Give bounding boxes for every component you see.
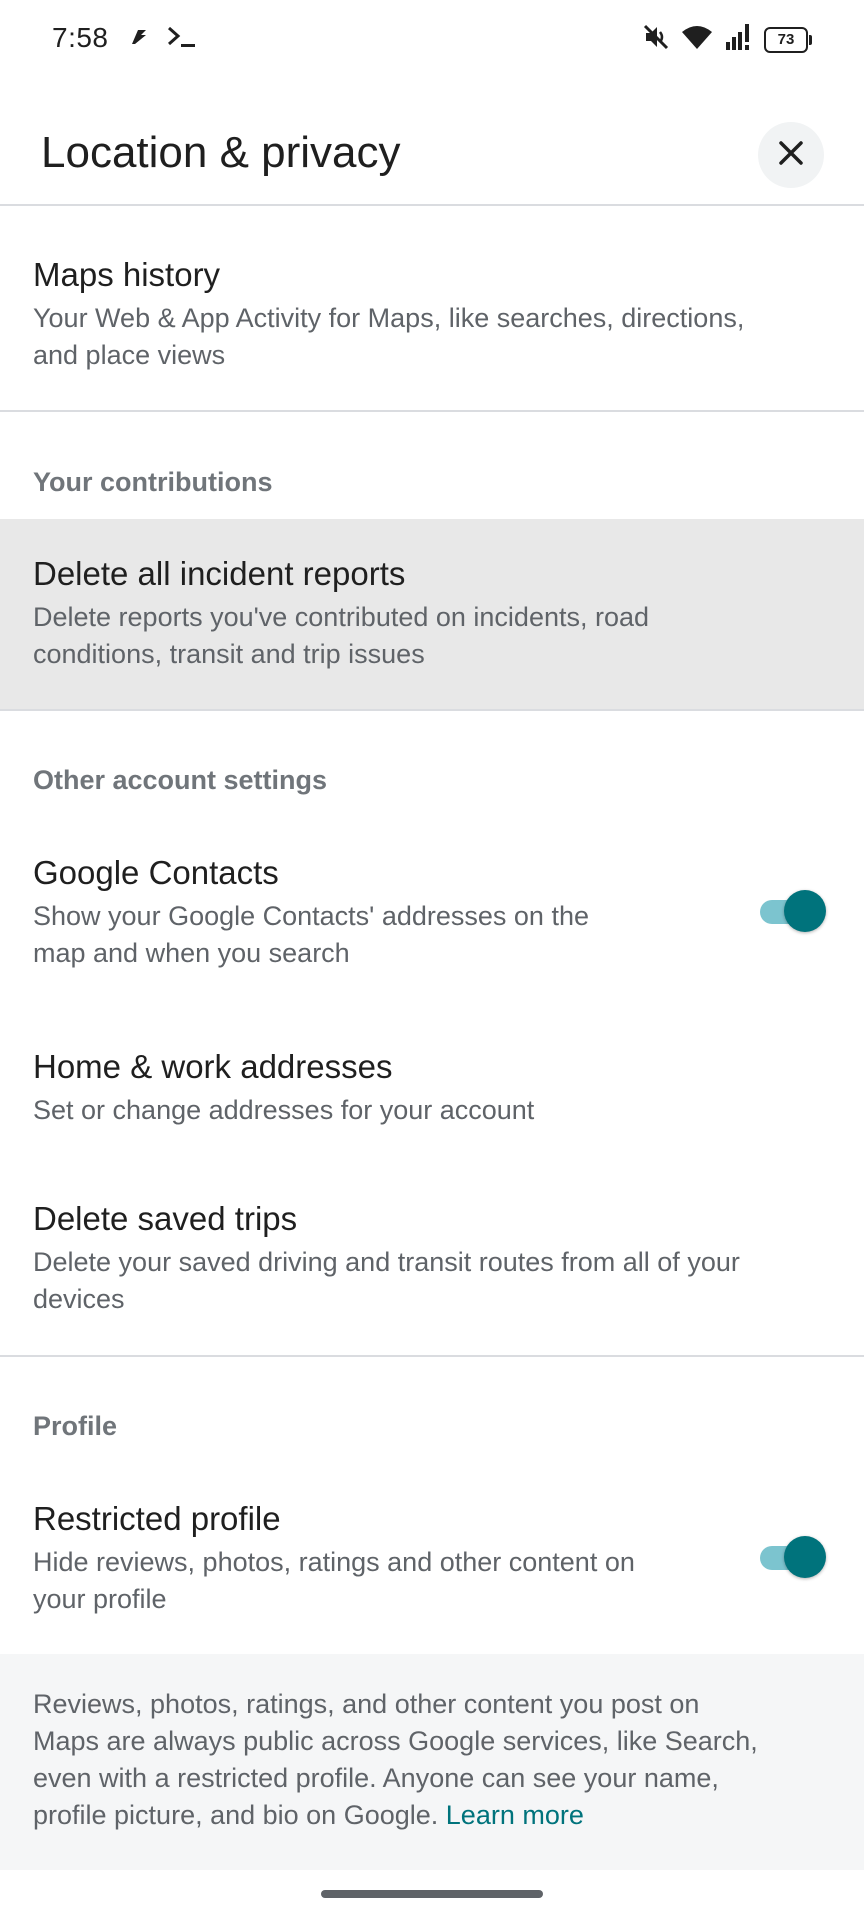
status-bar: 7:58 73 — [0, 0, 864, 80]
divider — [0, 410, 864, 412]
info-line-3: even with a restricted profile. Anyone c… — [33, 1763, 719, 1793]
maps-history-subtitle-line2: and place views — [33, 340, 226, 370]
info-text: Reviews, photos, ratings, and other cont… — [33, 1686, 833, 1834]
google-contacts-item[interactable]: Google Contacts Show your Google Contact… — [0, 820, 864, 1000]
info-line-2: Maps are always public across Google ser… — [33, 1726, 758, 1756]
toggle-thumb — [784, 1536, 826, 1578]
delete-incident-reports-subtitle-line1: Delete reports you've contributed on inc… — [33, 602, 650, 632]
status-time: 7:58 — [52, 22, 109, 53]
section-header-contributions: Your contributions — [33, 467, 273, 497]
terminal-icon — [166, 24, 198, 55]
restricted-profile-toggle[interactable] — [756, 1536, 826, 1580]
home-work-addresses-subtitle: Set or change addresses for your account — [33, 1095, 535, 1125]
info-line-1: Reviews, photos, ratings, and other cont… — [33, 1689, 700, 1719]
delete-saved-trips-subtitle-line2: devices — [33, 1284, 125, 1314]
close-icon — [777, 139, 805, 172]
info-box: Reviews, photos, ratings, and other cont… — [0, 1654, 864, 1870]
toggle-thumb — [784, 890, 826, 932]
section-header-other-settings: Other account settings — [33, 765, 328, 795]
section-header-profile: Profile — [33, 1411, 118, 1441]
delete-incident-reports-item[interactable]: Delete all incident reports Delete repor… — [0, 519, 864, 709]
status-right-icons: 73 — [642, 22, 812, 57]
delete-incident-reports-subtitle-line2: conditions, transit and trip issues — [33, 639, 425, 669]
google-contacts-subtitle-line2: map and when you search — [33, 938, 350, 968]
divider — [0, 709, 864, 711]
maps-history-subtitle-line1: Your Web & App Activity for Maps, like s… — [33, 303, 745, 333]
page-title: Location & privacy — [41, 128, 401, 177]
mute-icon — [642, 23, 670, 56]
home-indicator[interactable] — [321, 1890, 543, 1898]
header: Location & privacy — [0, 100, 864, 206]
home-work-addresses-title: Home & work addresses — [33, 1048, 393, 1085]
close-button[interactable] — [758, 122, 824, 188]
restricted-profile-subtitle-line1: Hide reviews, photos, ratings and other … — [33, 1547, 635, 1577]
google-contacts-subtitle-line1: Show your Google Contacts' addresses on … — [33, 901, 589, 931]
delete-saved-trips-title: Delete saved trips — [33, 1200, 298, 1237]
delete-saved-trips-item[interactable]: Delete saved trips Delete your saved dri… — [0, 1170, 864, 1354]
divider — [0, 1355, 864, 1357]
restricted-profile-item[interactable]: Restricted profile Hide reviews, photos,… — [0, 1466, 864, 1646]
app-notification-icon — [128, 26, 150, 53]
google-contacts-toggle[interactable] — [756, 890, 826, 934]
maps-history-title: Maps history — [33, 256, 221, 293]
google-contacts-title: Google Contacts — [33, 854, 279, 891]
delete-saved-trips-subtitle-line1: Delete your saved driving and transit ro… — [33, 1247, 740, 1277]
wifi-icon — [680, 23, 714, 56]
info-line-4-wrapper: profile picture, and bio on Google. Lear… — [33, 1797, 833, 1834]
info-line-4: profile picture, and bio on Google. — [33, 1800, 439, 1830]
home-work-addresses-item[interactable]: Home & work addresses Set or change addr… — [0, 1012, 864, 1152]
learn-more-link[interactable]: Learn more — [446, 1800, 584, 1830]
battery-indicator: 73 — [764, 26, 812, 53]
maps-history-item[interactable]: Maps history Your Web & App Activity for… — [0, 206, 864, 410]
restricted-profile-subtitle-line2: your profile — [33, 1584, 167, 1614]
restricted-profile-title: Restricted profile — [33, 1500, 281, 1537]
signal-icon — [724, 22, 754, 57]
delete-incident-reports-title: Delete all incident reports — [33, 555, 406, 592]
